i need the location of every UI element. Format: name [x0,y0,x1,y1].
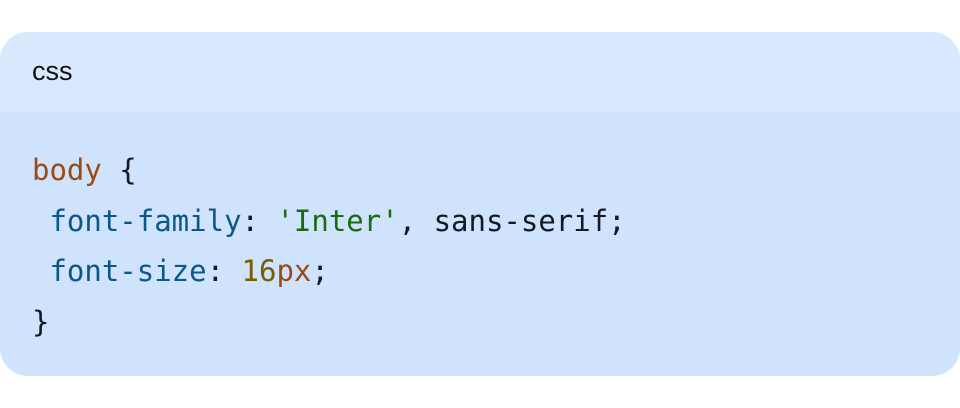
code-line: font-family: 'Inter', sans-serif; [32,196,960,247]
css-number: 16 [241,254,277,288]
language-label: css [32,55,73,86]
code-content[interactable]: body { font-family: 'Inter', sans-serif;… [0,112,960,347]
semicolon: ; [311,254,329,288]
css-value: , sans-serif; [398,203,626,238]
colon: : [241,203,277,238]
brace-open: { [101,153,137,187]
css-property: font-size [49,254,207,288]
css-unit: px [276,254,312,288]
brace-close: } [32,304,50,339]
code-line: body { [32,145,960,196]
code-block: css body { font-family: 'Inter', sans-se… [0,32,960,376]
code-line: font-size: 16px; [32,246,960,297]
colon: : [206,254,242,288]
code-block-header: css [0,32,960,112]
css-selector: body [32,153,102,187]
css-string: 'Inter' [276,203,399,238]
code-line: } [32,297,960,348]
css-property: font-family [49,203,242,238]
